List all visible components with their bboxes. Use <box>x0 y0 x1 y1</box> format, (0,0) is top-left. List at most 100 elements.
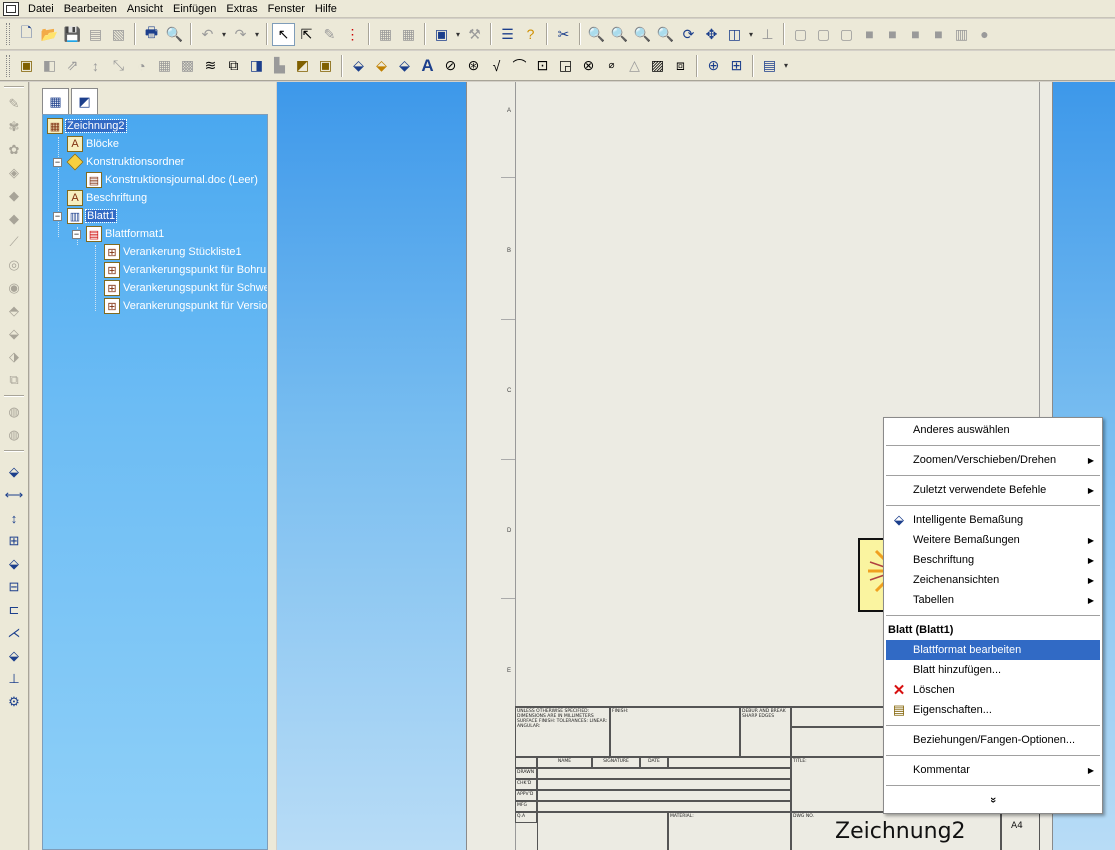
tree-expander[interactable]: − <box>53 212 62 221</box>
break-line-icon[interactable]: ≋ <box>199 54 222 77</box>
grid-options-icon[interactable]: ▦ <box>397 23 420 46</box>
horizontal-ordinate-icon[interactable]: ⊟ <box>4 577 24 597</box>
standard-views-icon[interactable]: ◨ <box>245 54 268 77</box>
front-view-icon[interactable]: ▢ <box>789 23 812 46</box>
relations-icon[interactable]: ⚙ <box>4 692 24 712</box>
autodim-icon[interactable]: ⬙ <box>4 646 24 666</box>
tree-item-blattformat1[interactable]: ▤ Blattformat1 <box>86 225 164 243</box>
empty-view-icon[interactable]: ▣ <box>314 54 337 77</box>
undo-dropdown-icon[interactable]: ▾ <box>219 23 229 46</box>
datum-target-icon[interactable]: ⊗ <box>577 54 600 77</box>
autodim-icon[interactable]: ⬙ <box>370 54 393 77</box>
zoom-fit-icon[interactable]: 🔍 <box>585 23 608 46</box>
table-icon[interactable]: ▤ <box>758 54 781 77</box>
tree-item-konstruktionsordner[interactable]: Konstruktionsordner <box>66 153 184 171</box>
projected-view-icon[interactable]: ◧ <box>38 54 61 77</box>
sketch-tool-6-icon[interactable]: ◆ <box>4 209 24 229</box>
menu-ansicht[interactable]: Ansicht <box>122 1 168 17</box>
trimetric-view-icon[interactable]: ▥ <box>950 23 973 46</box>
smart-dimension-icon[interactable]: ⬙ <box>347 54 370 77</box>
centerline-icon[interactable]: ⊞ <box>725 54 748 77</box>
redo-icon[interactable]: ↷ <box>229 23 252 46</box>
view-orientation-dropdown-icon[interactable]: ▾ <box>746 23 756 46</box>
menu-loeschen[interactable]: ✕ Löschen <box>886 680 1100 700</box>
ordinate-dimension-icon[interactable]: ⬙ <box>4 554 24 574</box>
auxiliary-view-icon[interactable]: ⇗ <box>61 54 84 77</box>
sketch-tool-5-icon[interactable]: ◆ <box>4 186 24 206</box>
menu-einfuegen[interactable]: Einfügen <box>168 1 221 17</box>
menu-blatt-hinzufuegen[interactable]: Blatt hinzufügen... <box>886 660 1100 680</box>
options-dropdown-icon[interactable]: ▾ <box>453 23 463 46</box>
feature-manager-tab-icon[interactable]: ▦ <box>42 88 69 114</box>
fully-defined-icon[interactable]: ⊥ <box>4 669 24 689</box>
tree-item-zeichnung2[interactable]: ▦ Zeichnung2 <box>47 117 127 135</box>
select-icon[interactable]: ⇱ <box>295 23 318 46</box>
sketch-tool-7-icon[interactable]: ⟋ <box>4 232 24 252</box>
tree-item-beschriftung[interactable]: A Beschriftung <box>67 189 147 207</box>
tree-item-bloecke[interactable]: A Blöcke <box>67 135 119 153</box>
horizontal-dimension-icon[interactable]: ⟷ <box>4 485 24 505</box>
datum-feature-icon[interactable]: ◲ <box>554 54 577 77</box>
tree-item-bom-anchor[interactable]: ⊞ Verankerung Stückliste1 <box>104 243 242 261</box>
top-view-icon[interactable]: ■ <box>881 23 904 46</box>
dimxpert-icon[interactable]: ⬙ <box>393 54 416 77</box>
pan-icon[interactable]: ✥ <box>700 23 723 46</box>
task-list-icon[interactable]: ☰ <box>496 23 519 46</box>
menu-zeichenansichten[interactable]: Zeichenansichten ▶ <box>886 570 1100 590</box>
center-mark-icon[interactable]: ⊕ <box>702 54 725 77</box>
grid-icon[interactable]: ▦ <box>374 23 397 46</box>
baseline-dimension-icon[interactable]: ⊞ <box>4 531 24 551</box>
sketch-tool-11-icon[interactable]: ⬙ <box>4 324 24 344</box>
menu-eigenschaften[interactable]: ▤ Eigenschaften... <box>886 700 1100 720</box>
surface-finish-icon[interactable]: √ <box>485 54 508 77</box>
crop-view-icon[interactable]: ▩ <box>176 54 199 77</box>
geometric-tolerance-icon[interactable]: ⊡ <box>531 54 554 77</box>
sketch-tool-9-icon[interactable]: ◉ <box>4 278 24 298</box>
toolbar-grip[interactable] <box>6 54 10 77</box>
block-icon[interactable]: ⧈ <box>669 54 692 77</box>
new-document-icon[interactable]: 🗋 <box>15 23 38 46</box>
traffic-light-icon[interactable]: ⋮ <box>341 23 364 46</box>
menu-fenster[interactable]: Fenster <box>263 1 310 17</box>
customize-icon[interactable]: ⚒ <box>463 23 486 46</box>
sketch-tool-12-icon[interactable]: ⬗ <box>4 347 24 367</box>
app-icon[interactable] <box>3 1 19 16</box>
smart-dimension-icon[interactable]: ✂ <box>552 23 575 46</box>
weld-symbol-icon[interactable]: ⌒ <box>508 54 531 77</box>
expand-menu-chevron-icon[interactable]: » <box>884 790 1102 810</box>
undo-icon[interactable]: ↶ <box>196 23 219 46</box>
table-dropdown-icon[interactable]: ▾ <box>781 54 791 77</box>
print-preview-icon[interactable]: ▤ <box>84 23 107 46</box>
sketch-tool-15-icon[interactable]: ◍ <box>4 425 24 445</box>
tree-item-hole-anchor[interactable]: ⊞ Verankerungspunkt für Bohru <box>104 261 266 279</box>
predefined-view-icon[interactable]: ▙ <box>268 54 291 77</box>
toolbar-grip[interactable] <box>6 23 10 45</box>
aligned-section-icon[interactable]: ⤡ <box>107 54 130 77</box>
tree-item-weld-anchor[interactable]: ⊞ Verankerungspunkt für Schwe <box>104 279 267 297</box>
section-view-icon[interactable]: ↕ <box>84 54 107 77</box>
back-view-icon[interactable]: ▢ <box>812 23 835 46</box>
menu-zuletzt-verwendete-befehle[interactable]: Zuletzt verwendete Befehle ▶ <box>886 480 1100 500</box>
publish-icon[interactable]: ▧ <box>107 23 130 46</box>
save-icon[interactable]: 💾 <box>61 23 84 46</box>
print-icon[interactable]: 🖶 <box>140 23 163 46</box>
auto-balloon-icon[interactable]: ⊛ <box>462 54 485 77</box>
help-icon[interactable]: ? <box>519 23 542 46</box>
zoom-selection-icon[interactable]: 🔍 <box>654 23 677 46</box>
menu-kommentar[interactable]: Kommentar ▶ <box>886 760 1100 780</box>
sketch-tool-14-icon[interactable]: ◍ <box>4 402 24 422</box>
menu-datei[interactable]: Datei <box>23 1 59 17</box>
property-manager-tab-icon[interactable]: ◩ <box>71 88 98 114</box>
print-preview-page-icon[interactable]: 🔍 <box>163 23 186 46</box>
redo-dropdown-icon[interactable]: ▾ <box>252 23 262 46</box>
smart-dimension-icon[interactable]: ⬙ <box>4 462 24 482</box>
chamfer-dimension-icon[interactable]: ⋌ <box>4 623 24 643</box>
sketch-tool-13-icon[interactable]: ⧉ <box>4 370 24 390</box>
select-arrow-icon[interactable]: ↖ <box>272 22 295 46</box>
menu-zoomen-verschieben-drehen[interactable]: Zoomen/Verschieben/Drehen ▶ <box>886 450 1100 470</box>
revision-symbol-icon[interactable]: △ <box>623 54 646 77</box>
tree-item-konstruktionsjournal[interactable]: ▤ Konstruktionsjournal.doc (Leer) <box>86 171 258 189</box>
zoom-in-out-icon[interactable]: 🔍 <box>631 23 654 46</box>
model-view-icon[interactable]: ◩ <box>291 54 314 77</box>
menu-tabellen[interactable]: Tabellen ▶ <box>886 590 1100 610</box>
